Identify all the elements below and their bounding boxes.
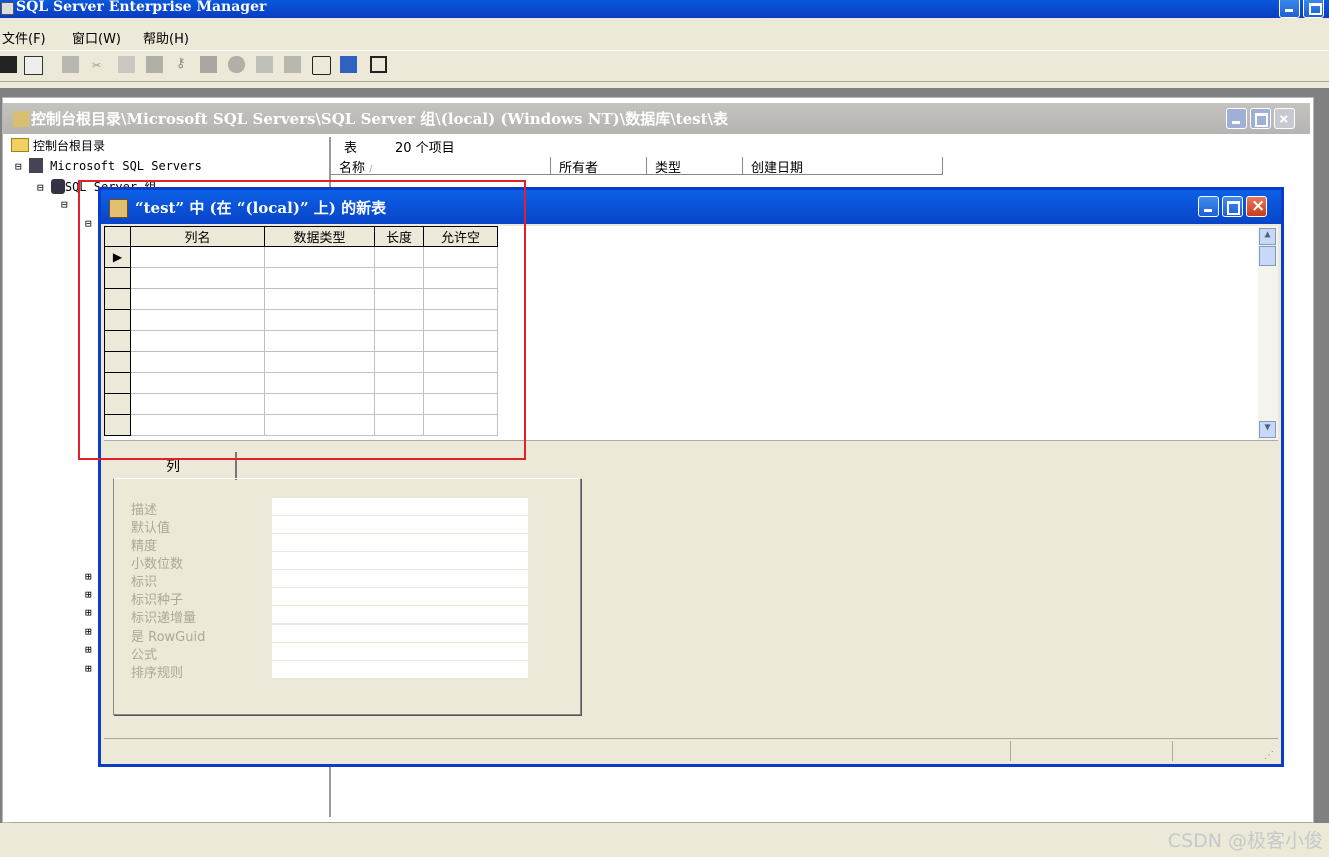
prop-value-identity[interactable] [272, 570, 528, 588]
app-icon [1, 2, 14, 15]
menu-window[interactable]: 窗口(W) [72, 28, 121, 47]
grid-view-icon[interactable] [370, 56, 387, 73]
column-header-owner[interactable]: 所有者 [551, 157, 647, 176]
save-icon[interactable] [0, 56, 17, 73]
menu-help[interactable]: 帮助(H) [143, 28, 189, 47]
prop-label-identity: 标识 [131, 575, 158, 590]
tree-item-root[interactable]: 控制台根目录 [11, 137, 105, 154]
column-header-type[interactable]: 类型 [647, 157, 743, 176]
scroll-down-icon[interactable]: ▼ [1259, 421, 1276, 438]
folder-icon [11, 138, 29, 152]
column-header-name[interactable]: 名称 ∕ [331, 157, 551, 176]
prop-value-precision[interactable] [272, 534, 528, 552]
copy-icon[interactable] [118, 56, 135, 73]
app-title-bar: SQL Server Enterprise Manager [0, 0, 1329, 18]
tree-expander[interactable]: ⊞ [85, 662, 92, 675]
scroll-thumb[interactable] [1259, 246, 1276, 266]
resize-grip-icon[interactable]: ⋰ [1264, 750, 1274, 761]
prop-value-rowguid[interactable] [272, 625, 528, 643]
dialog-maximize-button[interactable] [1222, 196, 1243, 217]
console-title: 控制台根目录\Microsoft SQL Servers\SQL Server … [31, 110, 728, 128]
prop-label-formula: 公式 [131, 648, 158, 663]
highlight-annotation [78, 180, 526, 460]
tree-expander[interactable]: ⊞ [85, 570, 92, 583]
server-icon [28, 158, 43, 173]
grid-scrollbar[interactable]: ▲ ▼ [1258, 226, 1278, 440]
collapse-icon[interactable]: ⊟ [15, 160, 22, 173]
tree-expander[interactable]: ⊞ [85, 588, 92, 601]
watermark: CSDN @极客小俊 [1167, 830, 1323, 852]
tool-icon[interactable] [62, 56, 79, 73]
collapse-icon[interactable]: ⊟ [37, 181, 44, 194]
diagram-icon[interactable] [312, 56, 331, 75]
app-title: SQL Server Enterprise Manager [16, 0, 267, 15]
dialog-status-bar: ⋰ [104, 738, 1278, 763]
console-icon [13, 111, 29, 127]
generate-script-icon[interactable] [284, 56, 301, 73]
prop-value-identity-seed[interactable] [272, 588, 528, 606]
scroll-up-icon[interactable]: ▲ [1259, 228, 1276, 245]
tree-item-servers[interactable]: ⊟ Microsoft SQL Servers [15, 158, 202, 173]
change-type-icon[interactable] [340, 56, 357, 73]
console-close-button[interactable]: × [1274, 108, 1295, 129]
menu-file[interactable]: 文件(F) [2, 28, 46, 47]
prop-label-rowguid: 是 RowGuid [131, 630, 206, 645]
prop-label-scale: 小数位数 [131, 557, 184, 572]
check-icon[interactable] [256, 56, 273, 73]
tree-expander[interactable]: ⊞ [85, 643, 92, 656]
console-title-bar: 控制台根目录\Microsoft SQL Servers\SQL Server … [3, 103, 1310, 134]
tree-expander[interactable]: ⊟ [61, 198, 68, 211]
tree-expander[interactable]: ⊞ [85, 606, 92, 619]
app-restore-button[interactable] [1303, 0, 1324, 18]
console-minimize-button[interactable] [1226, 108, 1247, 129]
prop-label-identity-increment: 标识递增量 [131, 611, 197, 626]
list-kind: 表 [344, 141, 358, 156]
prop-value-default[interactable] [272, 516, 528, 534]
dialog-close-button[interactable]: × [1246, 196, 1267, 217]
prop-label-collation: 排序规则 [131, 666, 184, 681]
index-icon[interactable] [228, 56, 245, 73]
sort-icon: ∕ [369, 164, 373, 175]
console-status-bar [9, 822, 1312, 853]
paste-icon[interactable] [146, 56, 163, 73]
console-maximize-button[interactable] [1250, 108, 1271, 129]
menu-bar: 文件(F) 窗口(W) 帮助(H) [0, 24, 1329, 48]
key-icon[interactable]: ⚷ [176, 56, 193, 73]
prop-label-precision: 精度 [131, 539, 158, 554]
relationships-icon[interactable] [200, 56, 217, 73]
column-header-created[interactable]: 创建日期 [743, 157, 943, 176]
dialog-minimize-button[interactable] [1198, 196, 1219, 217]
prop-label-description: 描述 [131, 503, 158, 518]
prop-label-default: 默认值 [131, 521, 171, 536]
app-minimize-button[interactable] [1279, 0, 1300, 18]
properties-icon[interactable] [24, 56, 43, 75]
prop-label-identity-seed: 标识种子 [131, 593, 184, 608]
prop-value-formula[interactable] [272, 643, 528, 661]
prop-value-description[interactable] [272, 498, 528, 516]
prop-value-collation[interactable] [272, 661, 528, 679]
prop-value-identity-increment[interactable] [272, 606, 528, 624]
prop-value-scale[interactable] [272, 552, 528, 570]
cut-icon[interactable]: ✂ [92, 56, 109, 74]
server-group-icon [50, 179, 65, 194]
list-count: 20 个项目 [395, 141, 455, 156]
tree-expander[interactable]: ⊞ [85, 625, 92, 638]
